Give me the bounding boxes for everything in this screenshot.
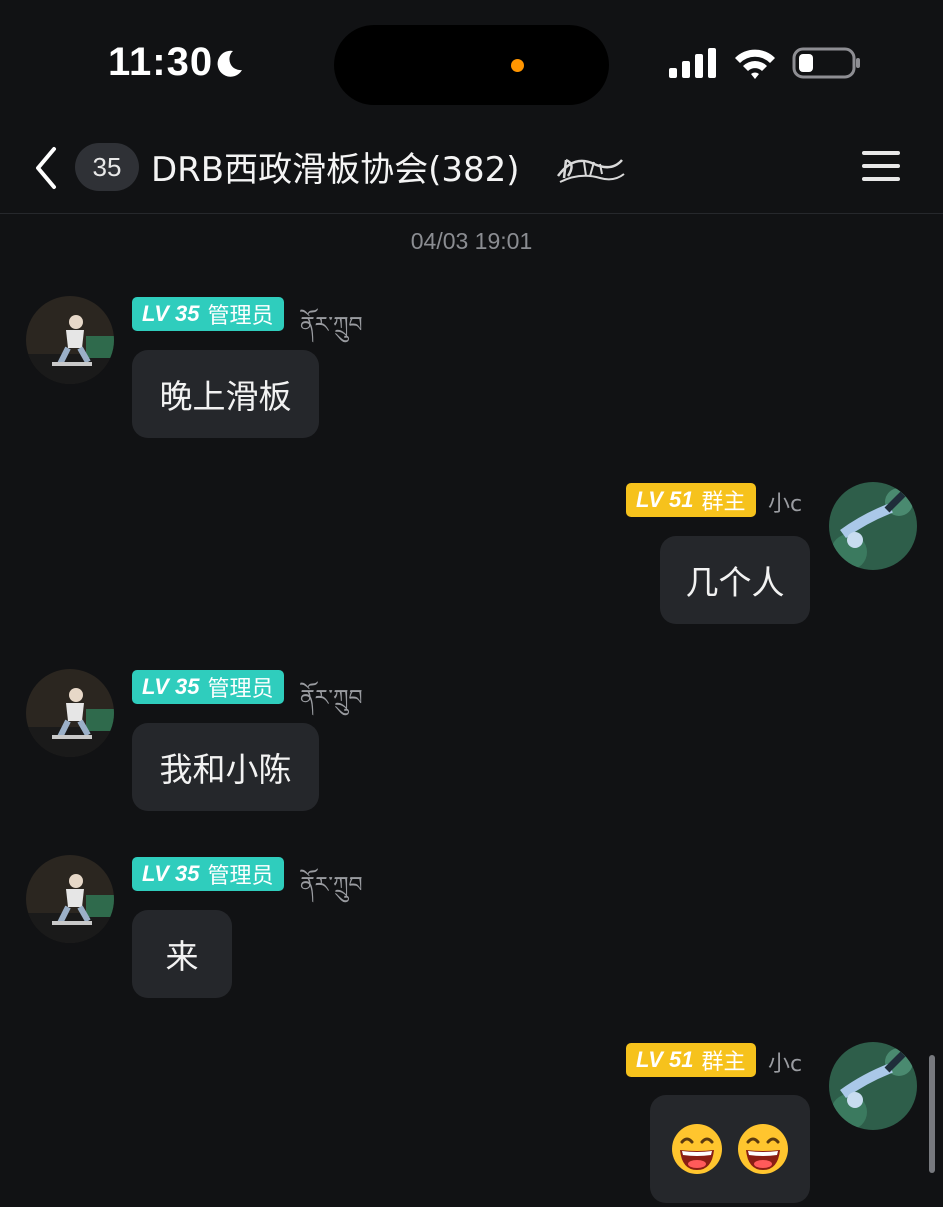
role-label: 群主 <box>701 1050 746 1075</box>
chat-header: 35 DRB西政滑板协会(382) <box>0 120 943 214</box>
role-label: 群主 <box>701 490 746 515</box>
message-bubble[interactable]: 来 <box>132 910 232 998</box>
message-timestamp: 04/03 19:01 <box>410 228 533 254</box>
role-badge-owner: LV 51 群主 <box>626 1043 756 1077</box>
message-bubble[interactable]: 我和小陈 <box>132 723 319 811</box>
sender-name: 小c <box>768 492 803 517</box>
grinning-face-emoji <box>738 1124 788 1174</box>
avatar[interactable] <box>829 482 917 570</box>
message-bubble[interactable]: 几个人 <box>660 536 810 624</box>
role-badge-admin: LV 35 管理员 <box>132 857 284 891</box>
level-label: LV 35 <box>142 861 200 886</box>
level-label: LV 51 <box>636 487 694 512</box>
grinning-face-emoji <box>672 1124 722 1174</box>
cellular-signal-icon <box>669 48 716 78</box>
role-badge-owner: LV 51 群主 <box>626 483 756 517</box>
role-label: 管理员 <box>207 304 274 329</box>
battery-icon <box>792 47 860 79</box>
level-label: LV 35 <box>142 301 200 326</box>
avatar[interactable] <box>26 669 114 757</box>
moon-icon <box>217 50 242 77</box>
recording-indicator <box>511 59 524 72</box>
avatar[interactable] <box>26 855 114 943</box>
role-badge-admin: LV 35 管理员 <box>132 297 284 331</box>
sender-name: ནོར་ཀྲུབ <box>300 873 363 898</box>
back-chevron-icon[interactable] <box>30 145 64 191</box>
dynamic-island <box>334 25 609 105</box>
menu-icon[interactable] <box>862 149 900 183</box>
wifi-icon <box>735 49 775 79</box>
scrollbar[interactable] <box>929 1055 935 1173</box>
role-label: 管理员 <box>207 864 274 889</box>
avatar[interactable] <box>829 1042 917 1130</box>
emoji-message-bubble[interactable] <box>650 1095 810 1203</box>
status-bar: 11:30 <box>0 0 943 120</box>
role-badge-admin: LV 35 管理员 <box>132 670 284 704</box>
message-bubble[interactable]: 晚上滑板 <box>132 350 319 438</box>
level-label: LV 51 <box>636 1047 694 1072</box>
avatar[interactable] <box>26 296 114 384</box>
unread-count-badge[interactable]: 35 <box>75 143 139 191</box>
group-logo-icon <box>556 158 625 183</box>
group-title[interactable]: DRB西政滑板协会(382) <box>151 142 520 191</box>
status-time: 11:30 <box>108 40 214 84</box>
level-label: LV 35 <box>142 674 200 699</box>
role-label: 管理员 <box>207 677 274 702</box>
sender-name: 小c <box>768 1052 803 1077</box>
